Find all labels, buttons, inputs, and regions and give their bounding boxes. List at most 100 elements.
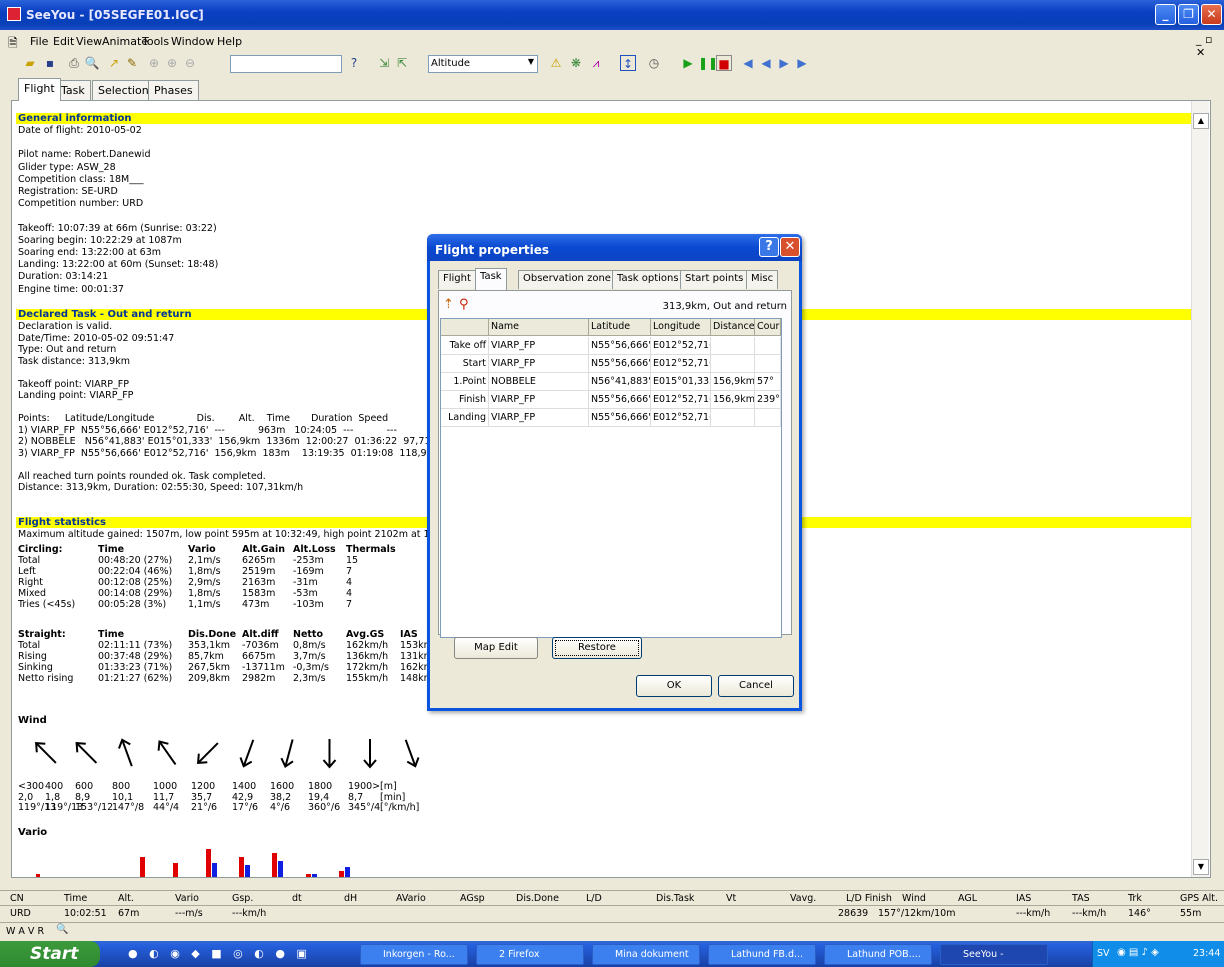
table-cell[interactable] [711, 355, 755, 373]
forward-icon[interactable]: ▶ [794, 55, 810, 71]
zoom-in-icon[interactable]: ⊕ [164, 55, 180, 71]
pilot-icon[interactable]: ⚲ [459, 297, 469, 312]
table-cell[interactable] [755, 337, 781, 355]
graph-select[interactable]: Altitude ▼ [428, 55, 538, 73]
table-cell[interactable]: NOBBELE [489, 373, 589, 391]
menu-view[interactable]: View [76, 35, 102, 48]
rewind-icon[interactable]: ◀ [740, 55, 756, 71]
barogram-icon[interactable]: ⩘ [588, 55, 604, 71]
table-cell[interactable]: 239° [755, 391, 781, 409]
dialog-tab-task-options[interactable]: Task options [612, 270, 684, 289]
step-forward-icon[interactable]: ▶ [776, 55, 792, 71]
dialog-tab-start-points[interactable]: Start points [680, 270, 749, 289]
cancel-button[interactable]: Cancel [718, 675, 794, 697]
table-cell[interactable]: N56°41,883' [589, 373, 651, 391]
table-cell[interactable]: N55°56,666' [589, 355, 651, 373]
dialog-help-button[interactable]: ? [759, 237, 779, 257]
save-icon[interactable]: ▪ [42, 55, 58, 71]
table-cell[interactable]: Start [441, 355, 489, 373]
tray-icons[interactable]: ◉ ▤ ♪ ◈ [1117, 947, 1159, 958]
zoom-icon[interactable]: ⊕ [146, 55, 162, 71]
tab-flight[interactable]: Flight [18, 78, 61, 101]
table-cell[interactable]: 156,9km [711, 391, 755, 409]
dialog-tab-task[interactable]: Task [475, 268, 507, 290]
zoom-combo[interactable] [230, 55, 342, 73]
table-cell[interactable] [711, 409, 755, 427]
menu-tools[interactable]: Tools [142, 35, 169, 48]
table-cell[interactable]: VIARP_FP [489, 391, 589, 409]
language-indicator[interactable]: SV [1097, 948, 1110, 959]
zoom-out-icon[interactable]: ⊖ [182, 55, 198, 71]
table-cell[interactable]: N55°56,666' [589, 409, 651, 427]
pause-icon[interactable]: ❚❚ [698, 55, 718, 71]
menu-file[interactable]: File [30, 35, 48, 48]
report-scrollbar[interactable]: ▲ ▼ [1191, 101, 1209, 877]
takeoff-icon[interactable]: ⇡ [443, 297, 454, 312]
dialog-title-bar[interactable]: Flight properties ? ✕ [427, 234, 802, 261]
table-cell[interactable]: E012°52,716 [651, 355, 711, 373]
table-cell[interactable]: N55°56,666' [589, 391, 651, 409]
clock-icon[interactable]: ◷ [646, 55, 662, 71]
table-cell[interactable]: 1.Point [441, 373, 489, 391]
scroll-down-button[interactable]: ▼ [1193, 859, 1209, 875]
export-icon[interactable]: ⇲ [376, 55, 392, 71]
close-button[interactable]: ✕ [1201, 4, 1222, 25]
table-cell[interactable]: Landing [441, 409, 489, 427]
table-cell[interactable]: N55°56,666' [589, 337, 651, 355]
table-cell[interactable] [755, 355, 781, 373]
restore-button[interactable]: Restore [552, 637, 642, 659]
menu-edit[interactable]: Edit [53, 35, 74, 48]
taskbar-task[interactable]: Mina dokument [592, 944, 700, 965]
table-cell[interactable]: 156,9km [711, 373, 755, 391]
table-cell[interactable]: Take off [441, 337, 489, 355]
dialog-tab-flight[interactable]: Flight [438, 270, 476, 289]
title-bar[interactable]: SeeYou - [05SEGFE01.IGC] _ ❐ ✕ [0, 0, 1224, 30]
start-button[interactable]: Start [0, 941, 100, 967]
table-cell[interactable]: VIARP_FP [489, 409, 589, 427]
menu-window[interactable]: Window [171, 35, 214, 48]
vario-icon[interactable]: ↕ [620, 55, 636, 71]
dialog-tab-misc[interactable]: Misc [746, 270, 779, 289]
table-cell[interactable]: E012°52,716 [651, 391, 711, 409]
table-cell[interactable]: E012°52,716 [651, 409, 711, 427]
print-icon[interactable]: ⎙ [66, 55, 82, 71]
taskbar-task[interactable]: 2 Firefox [476, 944, 584, 965]
table-cell[interactable]: 57° [755, 373, 781, 391]
wavr-label[interactable]: W A V R [6, 926, 44, 937]
taskbar-task[interactable]: Lathund FB.d... [708, 944, 816, 965]
stop-icon[interactable]: ■ [716, 55, 732, 71]
zoom-icon[interactable]: 🔍 [56, 924, 68, 935]
map-edit-button[interactable]: Map Edit [454, 637, 538, 659]
table-cell[interactable]: E015°01,333 [651, 373, 711, 391]
tab-selection[interactable]: Selection [92, 80, 155, 100]
thermal-icon[interactable]: ❋ [568, 55, 584, 71]
table-cell[interactable]: Finish [441, 391, 489, 409]
minimize-button[interactable]: _ [1155, 4, 1176, 25]
play-icon[interactable]: ▶ [680, 55, 696, 71]
bell-icon[interactable]: ⚠ [548, 55, 564, 71]
dialog-tab-observation-zone[interactable]: Observation zone [518, 270, 616, 289]
ok-button[interactable]: OK [636, 675, 712, 697]
table-cell[interactable]: VIARP_FP [489, 337, 589, 355]
dialog-close-button[interactable]: ✕ [780, 237, 800, 257]
taskbar-task[interactable]: Lathund POB.... [824, 944, 932, 965]
tab-phases[interactable]: Phases [148, 80, 199, 100]
quick-launch-icons[interactable]: ● ◐ ◉ ◆ ■ ◎ ◐ ● ▣ [128, 947, 311, 960]
table-cell[interactable] [711, 337, 755, 355]
open-icon[interactable]: ▰ [22, 55, 38, 71]
table-cell[interactable]: E012°52,716 [651, 337, 711, 355]
table-cell[interactable] [755, 409, 781, 427]
taskbar-task[interactable]: Inkorgen - Ro... [360, 944, 468, 965]
pointer-icon[interactable]: ↗ [106, 55, 122, 71]
scroll-up-button[interactable]: ▲ [1193, 113, 1209, 129]
step-back-icon[interactable]: ◀ [758, 55, 774, 71]
print-preview-icon[interactable]: 🔍 [84, 55, 100, 71]
taskbar-task[interactable]: SeeYou - [940, 944, 1048, 965]
edit-icon[interactable]: ✎ [124, 55, 140, 71]
import-icon[interactable]: ⇱ [394, 55, 410, 71]
table-cell[interactable]: VIARP_FP [489, 355, 589, 373]
maximize-button[interactable]: ❐ [1178, 4, 1199, 25]
help-pointer-icon[interactable]: ? [346, 55, 362, 71]
menu-help[interactable]: Help [217, 35, 242, 48]
task-points-table[interactable]: Name Latitude Longitude Distance Cour Take of… [440, 318, 782, 638]
